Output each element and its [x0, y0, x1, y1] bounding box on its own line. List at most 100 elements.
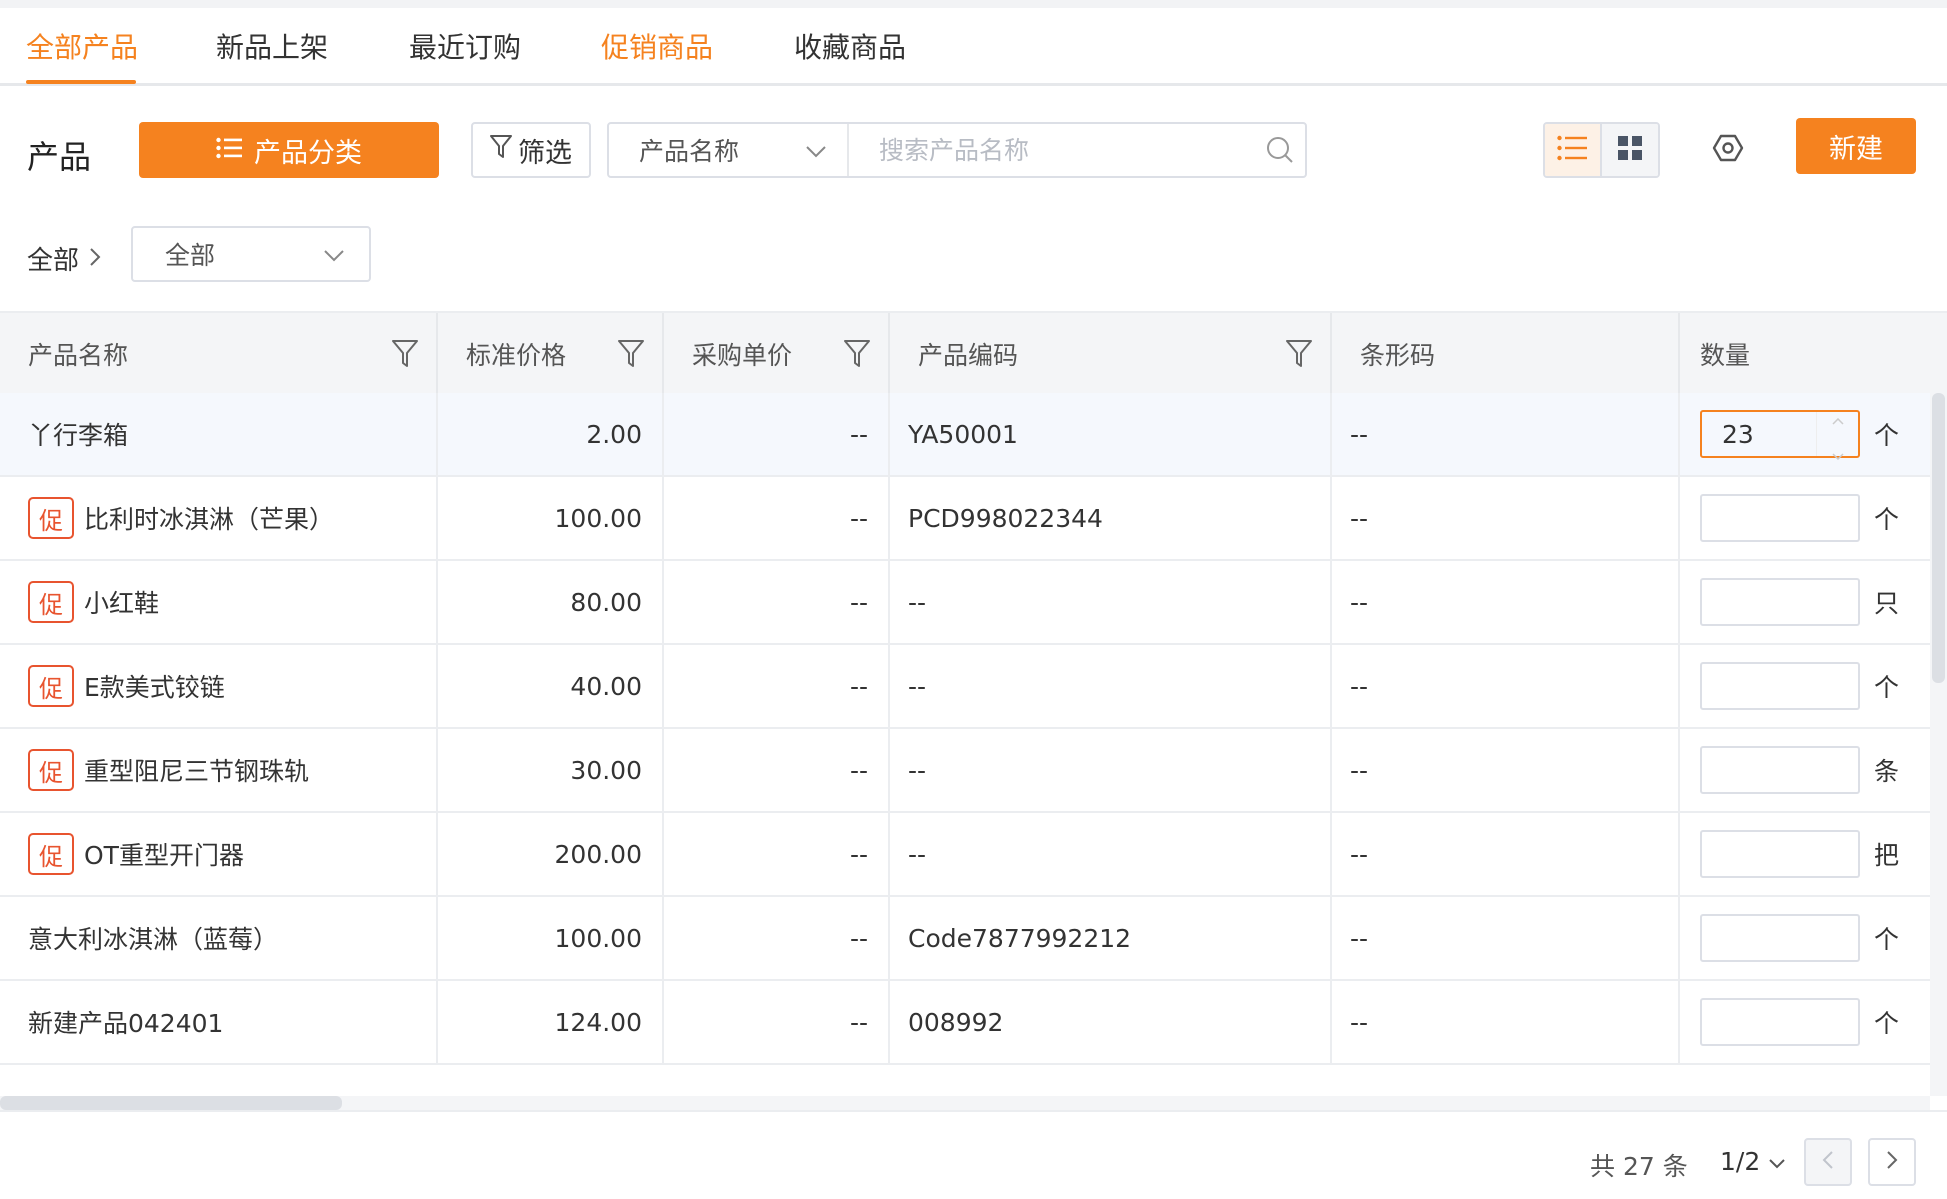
chevron-right-icon — [1886, 1150, 1898, 1174]
column-header-label: 产品名称 — [28, 341, 129, 370]
breadcrumb: 全部 — [27, 240, 101, 277]
quantity-input[interactable] — [1700, 914, 1860, 962]
code-cell: Code7877992212 — [890, 897, 1332, 979]
product-name-cell: 促重型阻尼三节钢珠轨 — [0, 729, 438, 811]
filter-button[interactable]: 筛选 — [471, 122, 591, 178]
barcode-cell: -- — [1332, 645, 1680, 727]
next-page-button[interactable] — [1868, 1138, 1916, 1186]
table-row[interactable]: 促 E款美式铰链 40.00 -- -- -- 个 — [0, 645, 1930, 729]
price-cell: 100.00 — [438, 897, 664, 979]
purchase-price-cell: -- — [664, 813, 890, 895]
chevron-down-icon[interactable] — [1831, 437, 1844, 466]
table-row[interactable]: 丫行李箱 2.00 -- YA50001 -- 23 个 — [0, 393, 1930, 477]
product-name: 比利时冰淇淋（芒果） — [84, 505, 335, 534]
chevron-up-icon[interactable] — [1831, 402, 1844, 431]
unit-label: 个 — [1874, 421, 1900, 450]
tab-favorites[interactable]: 收藏商品 — [794, 26, 906, 66]
purchase-price-cell: -- — [664, 729, 890, 811]
table-row[interactable]: 促小红鞋 80.00 -- -- -- 只 — [0, 561, 1930, 645]
chevron-left-icon — [1822, 1150, 1834, 1174]
quantity-input[interactable] — [1700, 494, 1860, 542]
price-cell: 80.00 — [438, 561, 664, 643]
column-header-label: 产品编码 — [918, 341, 1019, 370]
table-body: 丫行李箱 2.00 -- YA50001 -- 23 个 促比利时冰淇淋（芒果）… — [0, 393, 1930, 1096]
tab-recent-orders[interactable]: 最近订购 — [409, 26, 521, 66]
price-cell: 40.00 — [438, 645, 664, 727]
column-header-name: 产品名称 — [0, 313, 438, 395]
product-category-button[interactable]: 产品分类 — [139, 122, 439, 178]
category-select[interactable]: 全部 — [131, 226, 371, 282]
horizontal-scroll-thumb[interactable] — [0, 1096, 342, 1110]
filter-icon[interactable] — [844, 339, 870, 375]
purchase-price-cell: -- — [664, 981, 890, 1063]
list-icon — [216, 135, 242, 166]
code-cell: YA50001 — [890, 393, 1332, 475]
column-header-price: 标准价格 — [438, 313, 664, 395]
barcode-cell: -- — [1332, 393, 1680, 475]
barcode-cell: -- — [1332, 813, 1680, 895]
table-row[interactable]: 促 OT重型开门器 200.00 -- -- -- 把 — [0, 813, 1930, 897]
code-cell: PCD998022344 — [890, 477, 1332, 559]
filter-label: 筛选 — [518, 137, 572, 168]
product-name-cell: 新建产品042401 — [0, 981, 438, 1063]
product-name-cell: 促小红鞋 — [0, 561, 438, 643]
table-row[interactable]: 促重型阻尼三节钢珠轨 30.00 -- -- -- 条 — [0, 729, 1930, 813]
unit-label: 把 — [1874, 841, 1900, 870]
product-name-cell: 丫行李箱 — [0, 393, 438, 475]
table-row[interactable]: 意大利冰淇淋（蓝莓） 100.00 -- Code7877992212 -- 个 — [0, 897, 1930, 981]
new-button[interactable]: 新建 — [1796, 118, 1916, 174]
tab-new-arrivals[interactable]: 新品上架 — [216, 26, 328, 66]
column-header-label: 数量 — [1700, 341, 1751, 370]
vertical-scroll-thumb[interactable] — [1932, 393, 1945, 683]
chevron-down-icon — [1768, 1147, 1786, 1176]
table-row[interactable]: 促比利时冰淇淋（芒果） 100.00 -- PCD998022344 -- 个 — [0, 477, 1930, 561]
settings-button[interactable] — [1708, 130, 1748, 170]
product-category-label: 产品分类 — [254, 137, 362, 168]
table-row[interactable]: 新建产品042401 124.00 -- 008992 -- 个 — [0, 981, 1930, 1065]
price-cell: 124.00 — [438, 981, 664, 1063]
quantity-stepper[interactable]: 23 — [1700, 410, 1860, 461]
page-select[interactable]: 1/2 — [1720, 1147, 1786, 1176]
product-name-cell: 促 OT重型开门器 — [0, 813, 438, 895]
search-input[interactable] — [849, 124, 1255, 176]
unit-label: 个 — [1874, 925, 1900, 954]
chevron-right-icon — [89, 244, 101, 274]
prev-page-button[interactable] — [1804, 1138, 1852, 1186]
product-name: E款美式铰链 — [84, 673, 225, 702]
quantity-cell: 个 — [1680, 981, 1930, 1063]
unit-label: 个 — [1874, 673, 1900, 702]
tab-all-products[interactable]: 全部产品 — [26, 26, 138, 66]
column-header-label: 采购单价 — [692, 341, 793, 370]
filter-icon[interactable] — [618, 339, 644, 375]
price-cell: 30.00 — [438, 729, 664, 811]
quantity-input[interactable] — [1700, 998, 1860, 1046]
search-field-select[interactable]: 产品名称 — [609, 124, 849, 176]
tab-promotions[interactable]: 促销商品 — [601, 26, 713, 66]
active-tab-indicator — [26, 80, 136, 84]
product-name: OT重型开门器 — [84, 841, 244, 870]
table-header: 产品名称 标准价格 采购单价 产品编码 条形码 数量 — [0, 311, 1947, 395]
list-view-button[interactable] — [1545, 124, 1602, 176]
barcode-cell: -- — [1332, 897, 1680, 979]
quantity-input[interactable] — [1700, 746, 1860, 794]
unit-label: 个 — [1874, 505, 1900, 534]
page-indicator: 1/2 — [1720, 1147, 1761, 1176]
quantity-cell: 条 — [1680, 729, 1930, 811]
quantity-cell: 个 — [1680, 897, 1930, 979]
filter-icon[interactable] — [392, 339, 418, 375]
purchase-price-cell: -- — [664, 645, 890, 727]
chevron-down-icon — [805, 136, 827, 165]
column-header-quantity: 数量 — [1680, 313, 1947, 395]
stepper-controls[interactable] — [1816, 412, 1858, 461]
breadcrumb-root[interactable]: 全部 — [27, 240, 79, 277]
promo-badge: 促 — [28, 749, 74, 791]
filter-icon[interactable] — [1286, 339, 1312, 375]
quantity-value: 23 — [1722, 419, 1754, 449]
purchase-price-cell: -- — [664, 477, 890, 559]
quantity-input[interactable] — [1700, 578, 1860, 626]
quantity-input[interactable] — [1700, 830, 1860, 878]
quantity-input[interactable] — [1700, 662, 1860, 710]
category-select-value: 全部 — [165, 241, 216, 270]
grid-view-button[interactable] — [1601, 124, 1658, 176]
search-icon[interactable] — [1255, 135, 1305, 165]
